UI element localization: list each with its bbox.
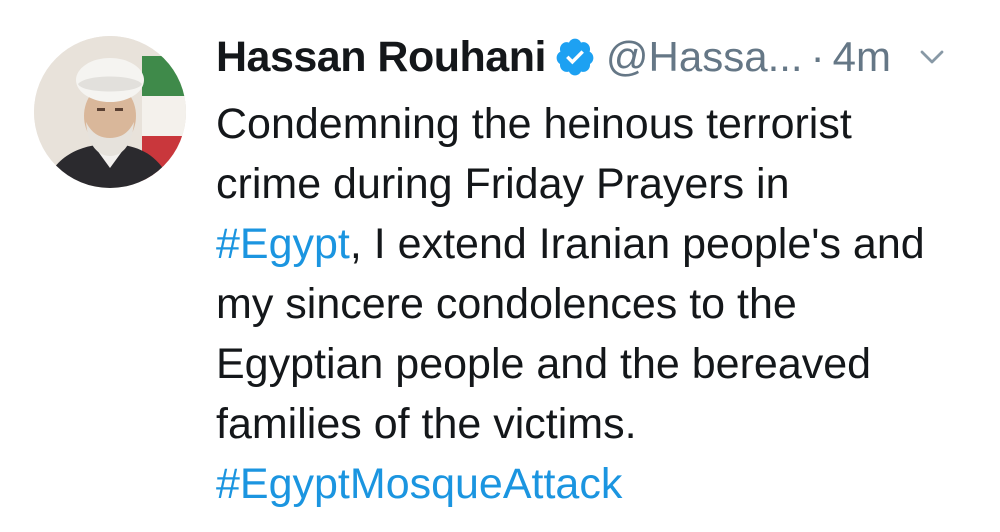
tweet-text-line: #Egypt, I extend Iranian people's and [216, 214, 986, 274]
hashtag-link[interactable]: #EgyptMosqueAttack [216, 454, 986, 514]
chevron-down-icon[interactable] [917, 42, 947, 72]
verified-badge-icon [554, 36, 596, 78]
avatar-image [34, 36, 186, 188]
separator-dot: · [810, 33, 825, 80]
tweet-text-line: Egyptian people and the bereaved [216, 340, 872, 388]
tweet-content: Hassan Rouhani @Hassa... · 4m Condemning… [216, 22, 986, 514]
author-name[interactable]: Hassan Rouhani [216, 33, 546, 82]
tweet-text: Condemning the heinous terrorist crime d… [216, 94, 986, 514]
tweet-text-line: crime during Friday Prayers in [216, 160, 790, 208]
avatar[interactable] [34, 36, 186, 188]
tweet-timestamp[interactable]: 4m [833, 33, 891, 81]
tweet-text-line: my sincere condolences to the [216, 280, 797, 328]
tweet-header: Hassan Rouhani @Hassa... · 4m [216, 22, 986, 92]
tweet-text-segment: , I extend Iranian people's and [349, 220, 925, 268]
tweet-text-line: families of the victims. [216, 400, 637, 448]
tweet-card: Hassan Rouhani @Hassa... · 4m Condemning… [0, 0, 1000, 532]
tweet-text-line: Condemning the heinous terrorist [216, 100, 852, 148]
author-handle[interactable]: @Hassa... [606, 33, 803, 81]
hashtag-link[interactable]: #Egypt [216, 220, 350, 268]
